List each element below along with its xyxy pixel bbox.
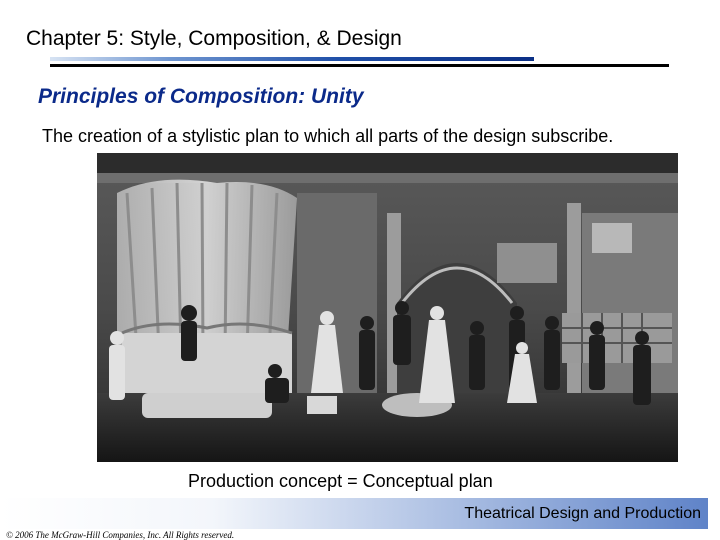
stage-production-photo xyxy=(97,153,678,462)
copyright-notice: © 2006 The McGraw-Hill Companies, Inc. A… xyxy=(6,530,235,540)
header-rule-black xyxy=(50,64,669,67)
photo-caption: Production concept = Conceptual plan xyxy=(188,471,493,491)
footer-book-title: Theatrical Design and Production xyxy=(464,505,701,522)
slide-subtitle: The creation of a stylistic plan to whic… xyxy=(42,126,614,146)
header-rule-blue xyxy=(50,57,534,61)
chapter-title: Chapter 5: Style, Composition, & Design xyxy=(26,27,402,50)
section-title: Principles of Composition: Unity xyxy=(38,85,364,108)
